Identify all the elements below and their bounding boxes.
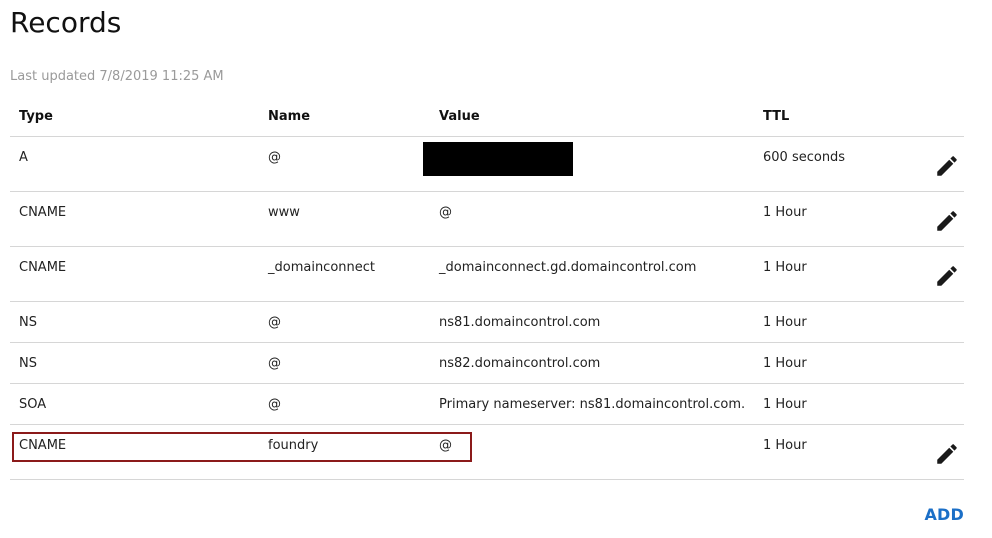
- page-title: Records: [10, 6, 122, 39]
- pencil-icon: [937, 156, 957, 176]
- record-value: ns81.domaincontrol.com: [439, 315, 601, 330]
- pencil-icon: [937, 211, 957, 231]
- edit-record-button[interactable]: [934, 263, 960, 289]
- record-name: www: [268, 205, 300, 220]
- record-ttl: 1 Hour: [763, 315, 807, 330]
- record-type: CNAME: [19, 260, 67, 275]
- record-ttl: 1 Hour: [763, 260, 807, 275]
- table-row: CNAME _domainconnect _domainconnect.gd.d…: [10, 247, 964, 302]
- record-name: @: [268, 356, 281, 371]
- column-header-name: Name: [268, 109, 311, 124]
- record-ttl: 1 Hour: [763, 356, 807, 371]
- pencil-icon: [937, 266, 957, 286]
- record-ttl: 1 Hour: [763, 438, 807, 453]
- highlight-annotation-box: [12, 432, 472, 462]
- record-ttl: 1 Hour: [763, 397, 807, 412]
- edit-record-button[interactable]: [934, 208, 960, 234]
- dns-records-table: Type Name Value TTL A @ 600 seconds CNAM…: [10, 98, 964, 480]
- column-header-value: Value: [439, 109, 480, 124]
- redacted-value-block: [423, 142, 573, 176]
- record-type: A: [19, 150, 28, 165]
- record-name: @: [268, 315, 281, 330]
- add-record-button[interactable]: ADD: [924, 505, 964, 524]
- table-row: SOA @ Primary nameserver: ns81.domaincon…: [10, 384, 964, 425]
- record-ttl: 600 seconds: [763, 150, 846, 165]
- record-value: _domainconnect.gd.domaincontrol.com: [439, 260, 697, 275]
- record-type: CNAME: [19, 205, 67, 220]
- table-row: A @ 600 seconds: [10, 137, 964, 192]
- record-type: SOA: [19, 397, 47, 412]
- table-row: NS @ ns81.domaincontrol.com 1 Hour: [10, 302, 964, 343]
- record-name: @: [268, 150, 281, 165]
- column-header-type: Type: [19, 109, 53, 124]
- table-row: CNAME foundry @ 1 Hour: [10, 425, 964, 480]
- record-name: @: [268, 397, 281, 412]
- record-ttl: 1 Hour: [763, 205, 807, 220]
- record-type: NS: [19, 315, 37, 330]
- record-name: foundry: [268, 438, 319, 453]
- record-value: @: [439, 438, 452, 453]
- edit-record-button[interactable]: [934, 441, 960, 467]
- table-header-row: Type Name Value TTL: [10, 98, 964, 137]
- record-value: ns82.domaincontrol.com: [439, 356, 601, 371]
- record-name: _domainconnect: [268, 260, 376, 275]
- record-value: Primary nameserver: ns81.domaincontrol.c…: [439, 397, 746, 412]
- table-row: CNAME www @ 1 Hour: [10, 192, 964, 247]
- table-row: NS @ ns82.domaincontrol.com 1 Hour: [10, 343, 964, 384]
- edit-record-button[interactable]: [934, 153, 960, 179]
- column-header-ttl: TTL: [763, 109, 790, 124]
- pencil-icon: [937, 444, 957, 464]
- record-value: @: [439, 205, 452, 220]
- record-type: NS: [19, 356, 37, 371]
- last-updated-timestamp: Last updated 7/8/2019 11:25 AM: [10, 69, 224, 84]
- record-type: CNAME: [19, 438, 67, 453]
